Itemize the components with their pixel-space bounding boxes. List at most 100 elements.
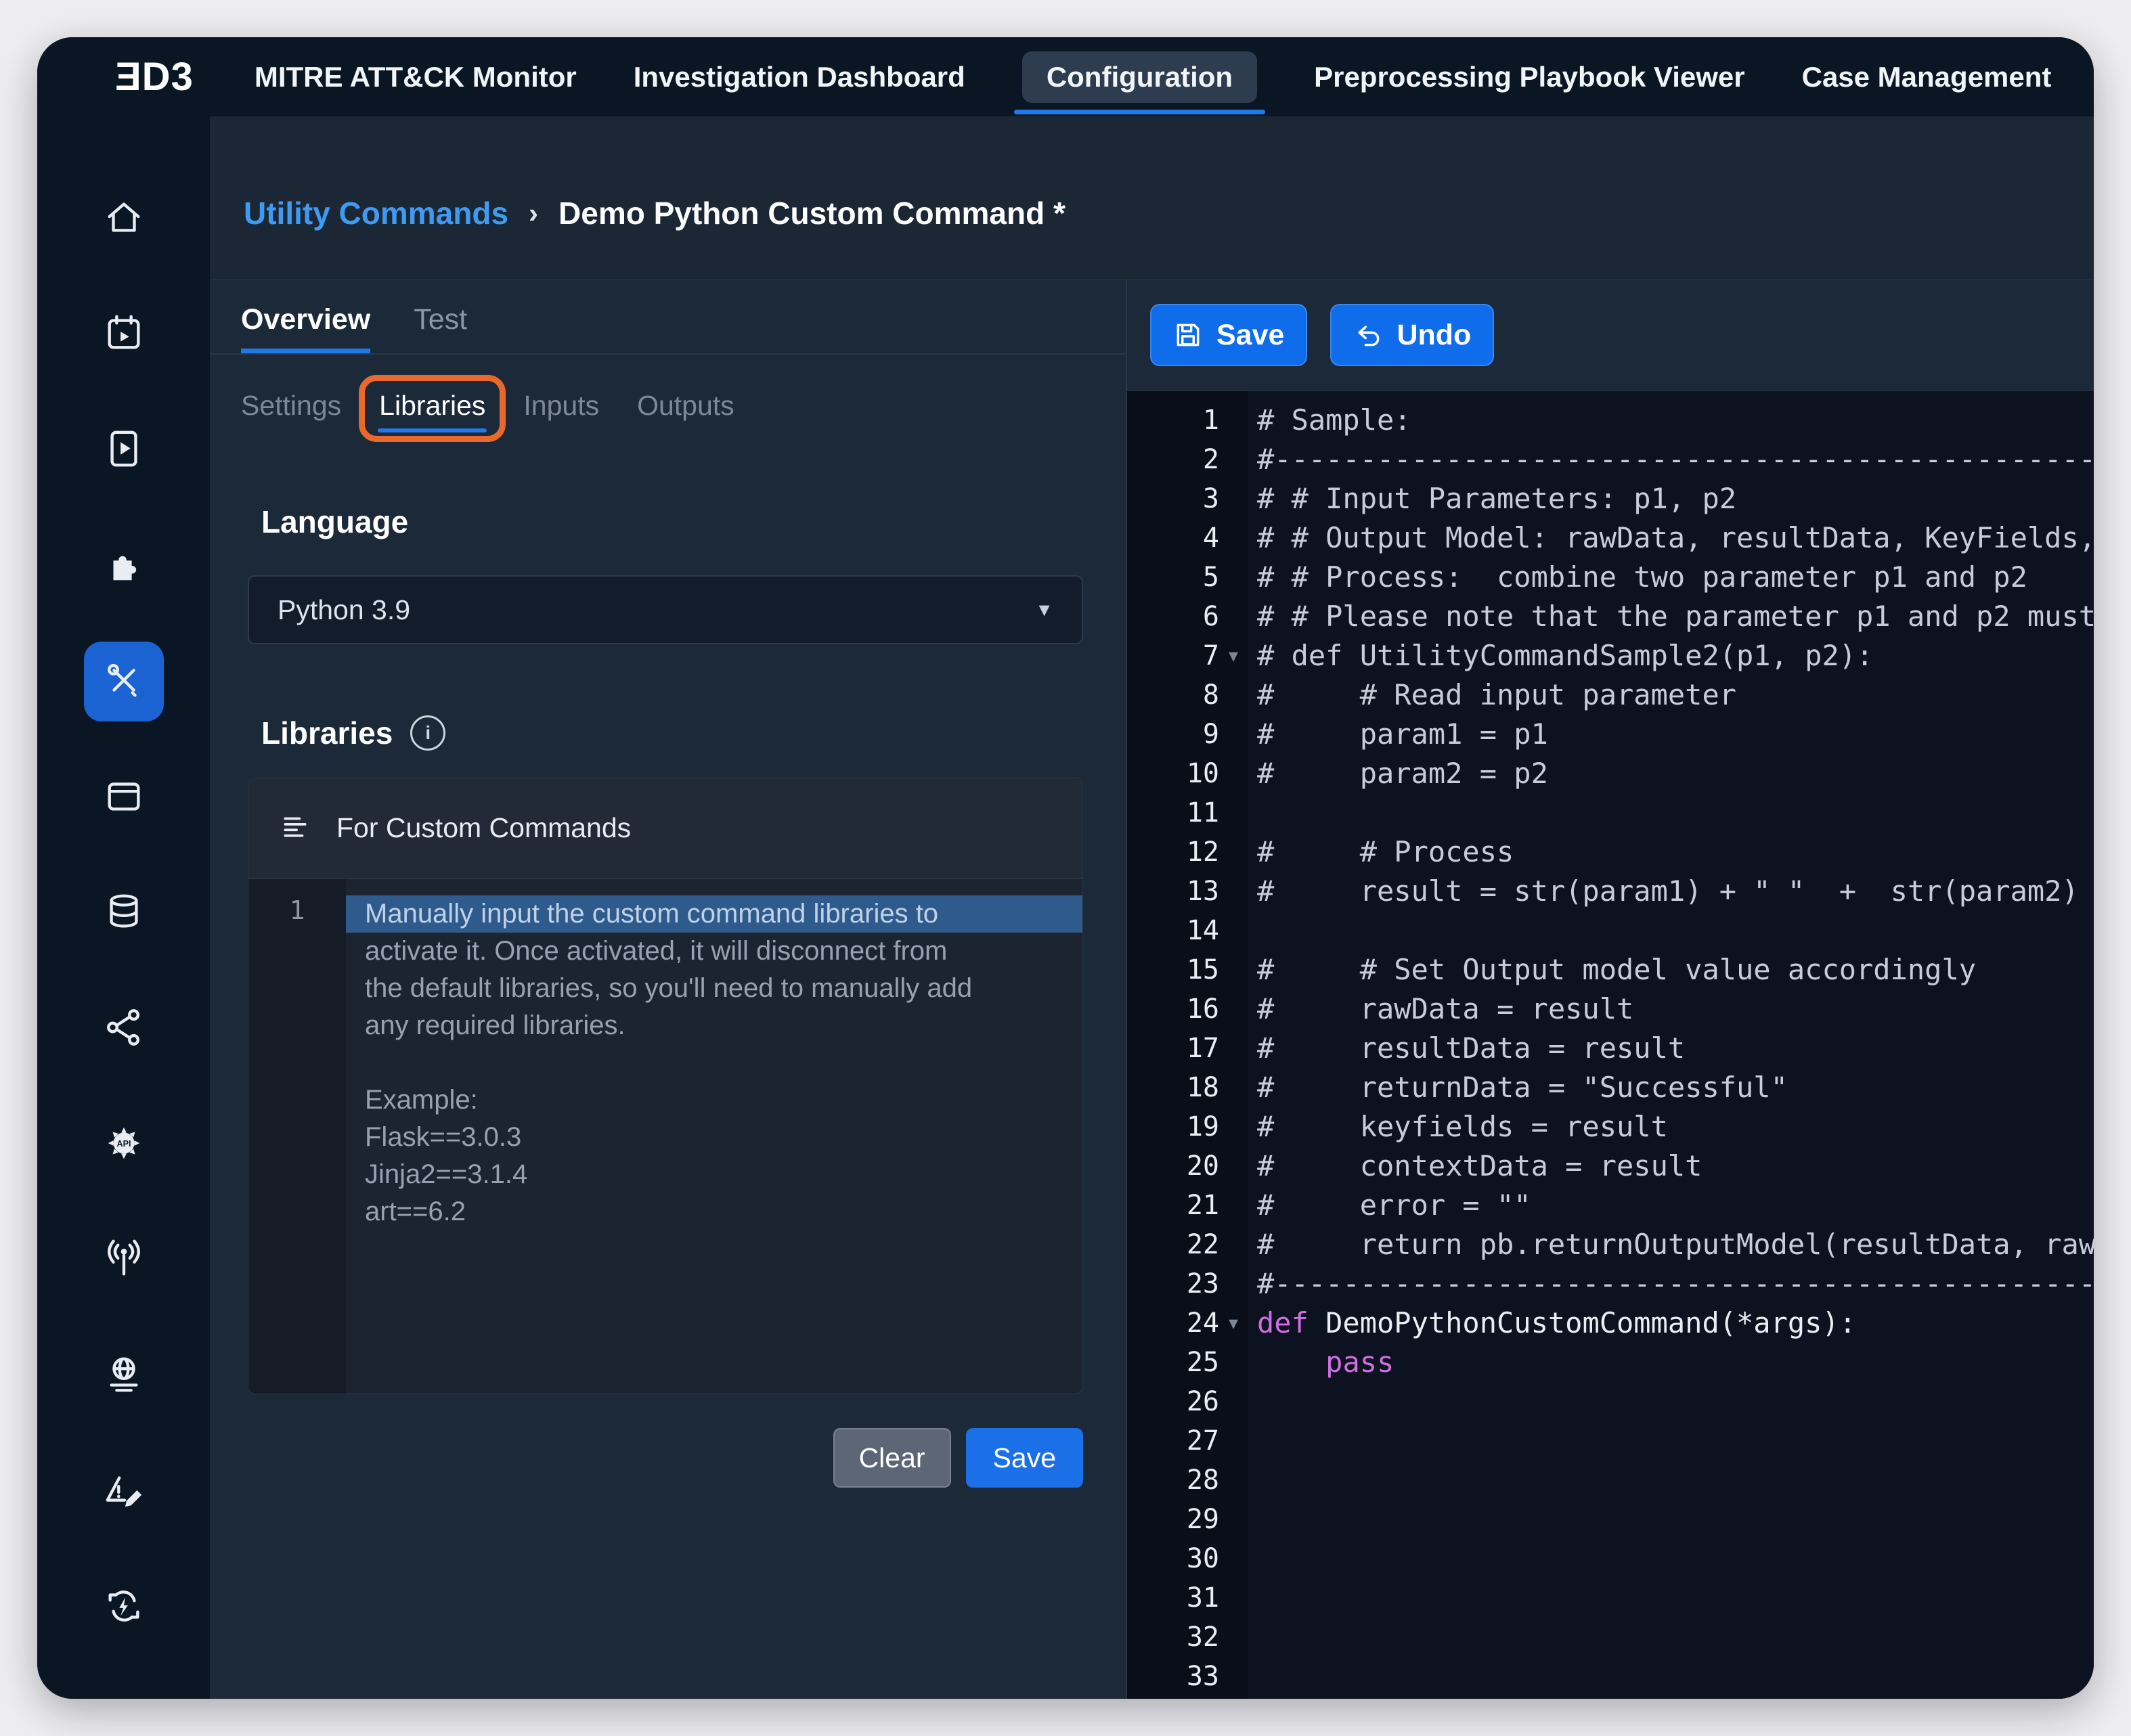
code-line: 2#--------------------------------------… [1127, 440, 2094, 479]
sidebar-item-sync-lightning[interactable] [84, 1567, 164, 1647]
sidebar-item-playbook-run[interactable] [84, 410, 164, 490]
code-line-text: # # Output Model: rawData, resultData, K… [1248, 518, 2094, 558]
database-icon [103, 891, 145, 936]
placeholder-line-selected: Manually input the custom command librar… [346, 895, 1082, 933]
subtab-wrap-inputs: Inputs [523, 390, 599, 422]
libraries-editor-input[interactable]: Manually input the custom command librar… [346, 879, 1082, 1394]
subtab-wrap-settings: Settings [241, 390, 341, 422]
sidebar-item-integrations-puzzle[interactable] [84, 526, 164, 606]
code-line: 13# result = str(param1) + " " + str(par… [1127, 872, 2094, 911]
code-line: 33 [1127, 1657, 2094, 1696]
code-line: 29 [1127, 1500, 2094, 1539]
incident-pencil-icon [103, 1469, 145, 1515]
undo-button[interactable]: Undo [1330, 304, 1494, 366]
clear-button[interactable]: Clear [833, 1428, 951, 1488]
code-line-text: # # Please note that the parameter p1 an… [1248, 597, 2094, 636]
line-number: 23 [1127, 1264, 1248, 1304]
nav-tab-preprocessing-playbook-viewer[interactable]: Preprocessing Playbook Viewer [1314, 37, 1745, 116]
sidebar-item-utility-tools[interactable] [84, 642, 164, 721]
tab-overview[interactable]: Overview [241, 303, 370, 353]
line-number: 19 [1127, 1107, 1248, 1147]
nav-tab-mitre-attack-monitor[interactable]: MITRE ATT&CK Monitor [255, 37, 577, 116]
sidebar-item-broadcast[interactable] [84, 1220, 164, 1300]
subtab-inputs[interactable]: Inputs [523, 390, 599, 422]
subtab-outputs[interactable]: Outputs [637, 390, 734, 422]
code-line-text: # def UtilityCommandSample2(p1, p2): [1248, 636, 2094, 675]
sidebar-item-window[interactable] [84, 757, 164, 837]
code-line-text [1248, 1382, 2094, 1421]
code-line-text [1248, 1461, 2094, 1500]
d3-logo: ƎD3 [115, 54, 194, 99]
code-line-text [1248, 793, 2094, 832]
subtab-libraries[interactable]: Libraries [379, 390, 485, 422]
line-number: 24▾ [1127, 1304, 1248, 1343]
sidebar-item-incident-pencil[interactable] [84, 1452, 164, 1532]
line-number: 29 [1127, 1500, 1248, 1539]
line-number: 14 [1127, 911, 1248, 950]
nav-tab-investigation-dashboard[interactable]: Investigation Dashboard [634, 37, 965, 116]
code-line: 16# rawData = result [1127, 989, 2094, 1029]
code-line: 20# contextData = result [1127, 1147, 2094, 1186]
fold-arrow-icon[interactable]: ▾ [1219, 636, 1248, 675]
sidebar-item-api-gear[interactable]: API [84, 1105, 164, 1184]
top-nav-tabs: MITRE ATT&CK Monitor Investigation Dashbo… [255, 37, 2052, 116]
line-number: 8 [1127, 675, 1248, 715]
line-number: 25 [1127, 1343, 1248, 1382]
code-line: 11 [1127, 793, 2094, 832]
sidebar-item-database[interactable] [84, 873, 164, 953]
save-button[interactable]: Save [1150, 304, 1307, 366]
code-line: 25 pass [1127, 1343, 2094, 1382]
libraries-editor-gutter: 1 [248, 879, 346, 1394]
info-icon[interactable]: i [410, 715, 445, 751]
line-number: 10 [1127, 754, 1248, 793]
code-line-text: # # Process [1248, 832, 2094, 872]
fold-arrow-icon[interactable]: ▾ [1219, 1304, 1248, 1343]
libraries-editor: For Custom Commands 1 Manually input the… [248, 777, 1083, 1394]
tab-test[interactable]: Test [414, 303, 467, 353]
code-line-text: # resultData = result [1248, 1029, 2094, 1068]
placeholder-line: Jinja2==3.1.4 [346, 1156, 1082, 1193]
line-number: 1 [1127, 401, 1248, 440]
home-icon [103, 196, 145, 242]
libraries-editor-body: 1 Manually input the custom command libr… [248, 879, 1082, 1394]
code-line: 26 [1127, 1382, 2094, 1421]
line-number: 12 [1127, 832, 1248, 872]
placeholder-line: art==6.2 [346, 1193, 1082, 1230]
code-line-text: # # Read input parameter [1248, 675, 2094, 715]
nav-tab-case-management[interactable]: Case Management [1802, 37, 2052, 116]
line-number: 2 [1127, 440, 1248, 479]
libraries-heading-row: Libraries i [261, 715, 1126, 751]
language-select[interactable]: Python 3.9 ▼ [248, 575, 1083, 644]
subtab-settings[interactable]: Settings [241, 390, 341, 422]
breadcrumb-parent-link[interactable]: Utility Commands [244, 195, 508, 231]
sidebar-item-playbook-calendar[interactable] [84, 294, 164, 374]
undo-arrow-icon [1353, 320, 1383, 350]
subtab-wrap-libraries: Libraries [379, 390, 485, 422]
code-line: 32 [1127, 1618, 2094, 1657]
line-number: 5 [1127, 558, 1248, 597]
sidebar-item-web-globe[interactable] [84, 1336, 164, 1416]
libraries-save-button[interactable]: Save [966, 1428, 1083, 1488]
code-line: 8# # Read input parameter [1127, 675, 2094, 715]
code-line: 18# returnData = "Successful" [1127, 1068, 2094, 1107]
placeholder-line [346, 1044, 1082, 1082]
sidebar-item-share-graph[interactable] [84, 989, 164, 1069]
line-number: 18 [1127, 1068, 1248, 1107]
overview-subtabs: Settings Libraries Inputs Outputs [241, 382, 1126, 429]
code-editor[interactable]: 1# Sample:2#----------------------------… [1127, 391, 2094, 1699]
sync-lightning-icon [103, 1585, 145, 1630]
svg-text:API: API [116, 1138, 131, 1148]
line-number: 26 [1127, 1382, 1248, 1421]
chevron-down-icon: ▼ [1035, 600, 1053, 621]
libraries-heading: Libraries [261, 715, 393, 751]
code-line-text: # return pb.returnOutputModel(resultData… [1248, 1225, 2094, 1264]
nav-tab-configuration[interactable]: Configuration [1022, 51, 1257, 103]
code-line-text [1248, 1578, 2094, 1618]
code-line: 10# param2 = p2 [1127, 754, 2094, 793]
sidebar-item-home[interactable] [84, 179, 164, 259]
code-line: 28 [1127, 1461, 2094, 1500]
utility-tools-icon [103, 659, 145, 705]
broadcast-icon [103, 1238, 145, 1283]
code-line-text: # result = str(param1) + " " + str(param… [1248, 872, 2094, 911]
code-line-text: # error = "" [1248, 1186, 2094, 1225]
